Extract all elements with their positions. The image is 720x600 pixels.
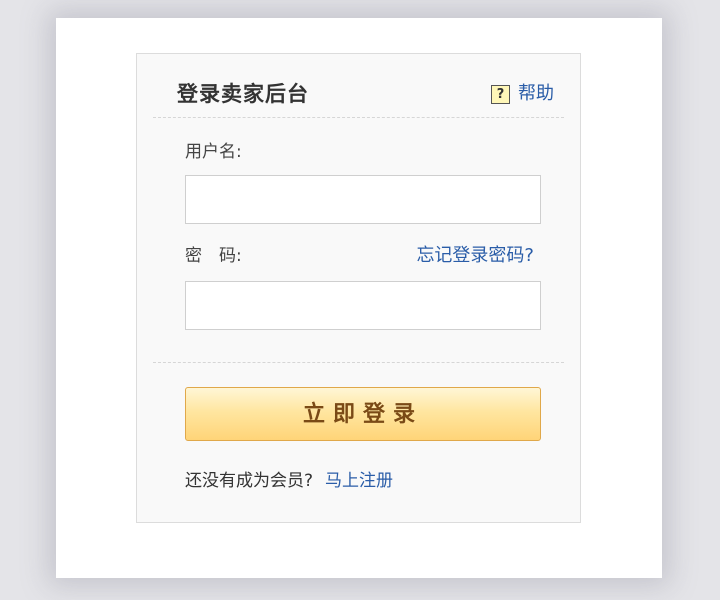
header-divider xyxy=(153,117,564,118)
username-input[interactable] xyxy=(185,175,541,224)
login-header: 登录卖家后台 ? 帮助 xyxy=(137,54,580,118)
login-title: 登录卖家后台 xyxy=(177,82,309,106)
forgot-password-link[interactable]: 忘记登录密码? xyxy=(416,245,534,267)
help-label[interactable]: 帮助 xyxy=(518,82,554,106)
help-link[interactable]: ? 帮助 xyxy=(491,82,554,106)
login-panel: 登录卖家后台 ? 帮助 用户名: 密 码: 忘记登录密码? 立即登录 还没有成为… xyxy=(136,53,581,523)
username-label: 用户名: xyxy=(185,142,242,162)
register-prompt: 还没有成为会员? xyxy=(185,471,314,491)
password-input[interactable] xyxy=(185,281,541,330)
password-label: 密 码: xyxy=(185,246,242,266)
question-icon[interactable]: ? xyxy=(491,84,510,104)
login-button[interactable]: 立即登录 xyxy=(185,387,541,441)
register-row: 还没有成为会员? 马上注册 xyxy=(185,470,393,492)
register-link[interactable]: 马上注册 xyxy=(325,471,393,491)
form-divider xyxy=(153,362,564,363)
